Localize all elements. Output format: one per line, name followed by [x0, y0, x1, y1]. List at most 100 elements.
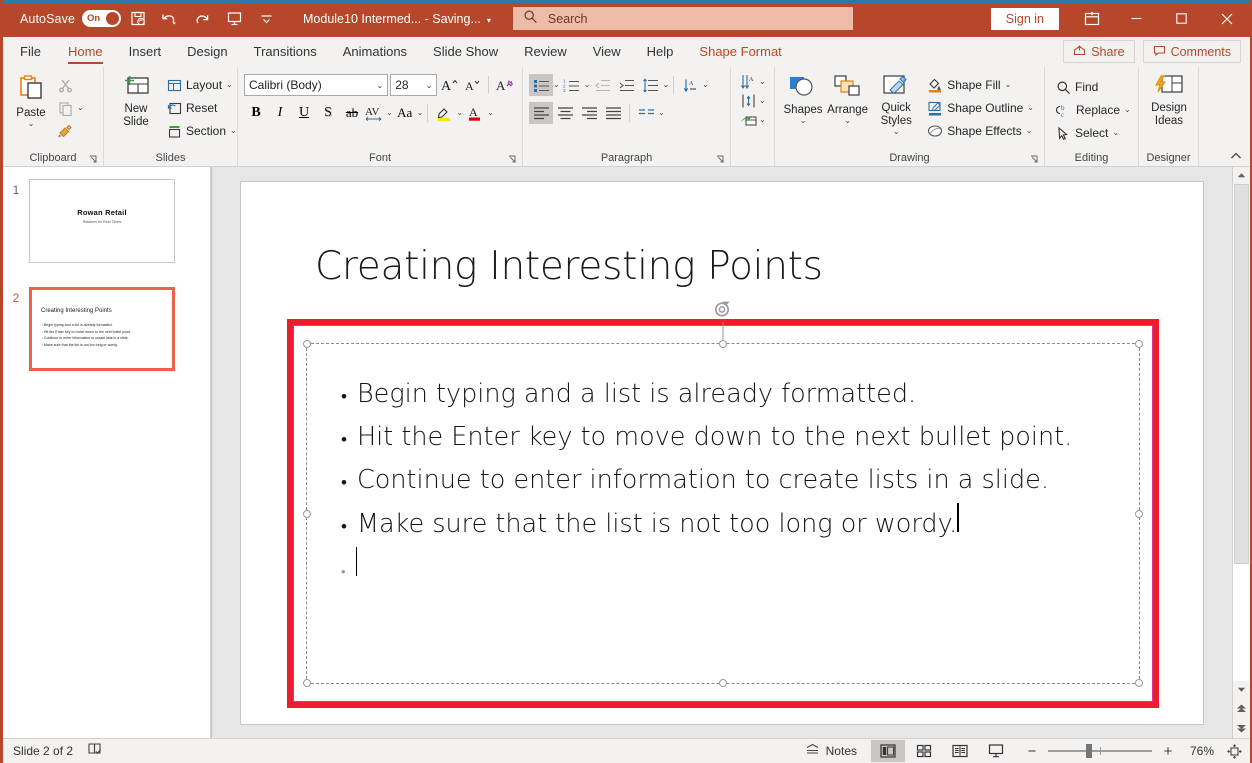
- rotate-handle-icon[interactable]: [712, 298, 734, 320]
- font-name-caret[interactable]: ⌄: [377, 81, 384, 90]
- tab-review[interactable]: Review: [511, 37, 580, 66]
- line-spacing-button[interactable]: ⌄: [638, 74, 669, 96]
- resize-handle-middle-left[interactable]: [303, 510, 311, 518]
- font-size-caret[interactable]: ⌄: [426, 81, 433, 90]
- zoom-out-button[interactable]: −: [1025, 743, 1039, 760]
- shape-outline-button[interactable]: Shape Outline ⌄: [922, 97, 1039, 119]
- align-left-icon[interactable]: [529, 102, 553, 124]
- grow-font-icon[interactable]: A: [437, 74, 461, 96]
- previous-slide-icon[interactable]: [1233, 698, 1250, 718]
- resize-handle-top-left[interactable]: [303, 340, 311, 348]
- resize-handle-bottom-left[interactable]: [303, 679, 311, 687]
- comments-button[interactable]: Comments: [1143, 40, 1241, 63]
- numbering-caret[interactable]: ⌄: [584, 81, 591, 89]
- select-button[interactable]: Select ⌄: [1051, 122, 1136, 144]
- thumbnail-slide-2[interactable]: 2 Creating Interesting Points Begin typi…: [3, 287, 210, 371]
- thumbnail-slide-1[interactable]: 1 Rowan Retail Retailers for Real Times: [3, 179, 210, 263]
- scrollbar-track[interactable]: [1233, 184, 1250, 681]
- shapes-button[interactable]: Shapes ⌄: [781, 72, 825, 150]
- quick-styles-button[interactable]: Quick Styles ⌄: [870, 72, 922, 150]
- drawing-dialog-launcher-icon[interactable]: [1028, 153, 1040, 165]
- line-spacing-caret[interactable]: ⌄: [662, 81, 669, 89]
- format-painter-icon[interactable]: [53, 120, 77, 142]
- tab-design[interactable]: Design: [174, 37, 240, 66]
- undo-icon[interactable]: [155, 4, 185, 34]
- arrange-caret[interactable]: ⌄: [844, 117, 851, 125]
- zoom-slider[interactable]: [1048, 744, 1152, 758]
- selected-text-placeholder[interactable]: • Begin typing and a list is already for…: [287, 319, 1159, 708]
- layout-caret[interactable]: ⌄: [226, 81, 233, 89]
- tab-shape-format[interactable]: Shape Format: [686, 37, 794, 66]
- shape-fill-caret[interactable]: ⌄: [1005, 81, 1012, 89]
- notes-button[interactable]: Notes: [801, 743, 869, 759]
- text-shadow-button[interactable]: S: [316, 102, 340, 124]
- replace-caret[interactable]: ⌄: [1124, 106, 1131, 114]
- reading-view-icon[interactable]: [943, 740, 977, 762]
- shape-outline-caret[interactable]: ⌄: [1027, 104, 1034, 112]
- font-color-caret[interactable]: ⌄: [487, 109, 494, 117]
- tab-help[interactable]: Help: [634, 37, 687, 66]
- document-title-caret[interactable]: ▾: [487, 16, 491, 25]
- convert-to-smartart-caret[interactable]: ⌄: [759, 116, 766, 124]
- vertical-align-caret[interactable]: ⌄: [759, 97, 766, 105]
- vertical-scrollbar[interactable]: [1232, 167, 1250, 738]
- change-case-caret[interactable]: ⌄: [417, 109, 424, 117]
- text-direction-vertical-button[interactable]: A ⌄: [737, 73, 769, 91]
- design-ideas-button[interactable]: Design Ideas: [1144, 72, 1194, 150]
- list-item[interactable]: • Continue to enter information to creat…: [341, 460, 1111, 503]
- slide-canvas[interactable]: Creating Interesting Points: [211, 167, 1232, 738]
- list-item[interactable]: • Begin typing and a list is already for…: [341, 374, 1111, 417]
- accessibility-checker-icon[interactable]: [87, 742, 102, 760]
- align-center-icon[interactable]: [553, 102, 577, 124]
- justify-icon[interactable]: [601, 102, 625, 124]
- paste-button[interactable]: Paste ⌄: [9, 72, 53, 150]
- tab-transitions[interactable]: Transitions: [241, 37, 330, 66]
- customize-quick-access-icon[interactable]: [251, 4, 281, 34]
- reset-button[interactable]: Reset: [162, 97, 242, 119]
- text-direction-caret[interactable]: ⌄: [702, 81, 709, 89]
- arrange-button[interactable]: Arrange ⌄: [825, 72, 870, 150]
- ribbon-display-options-icon[interactable]: [1069, 0, 1114, 37]
- slide-counter[interactable]: Slide 2 of 2: [13, 744, 73, 758]
- bold-button[interactable]: B: [244, 102, 268, 124]
- paragraph-dialog-launcher-icon[interactable]: [714, 153, 726, 165]
- shape-effects-button[interactable]: Shape Effects ⌄: [922, 120, 1039, 142]
- copy-button[interactable]: ⌄: [53, 97, 84, 119]
- sign-in-button[interactable]: Sign in: [991, 8, 1059, 30]
- align-text-caret[interactable]: ⌄: [759, 78, 766, 86]
- thumbnail-preview-1[interactable]: Rowan Retail Retailers for Real Times: [29, 179, 175, 263]
- scroll-down-icon[interactable]: [1233, 681, 1250, 698]
- paste-caret[interactable]: ⌄: [28, 120, 35, 128]
- minimize-icon[interactable]: [1114, 0, 1159, 37]
- slideshow-icon[interactable]: [979, 740, 1013, 762]
- resize-handle-top-right[interactable]: [1135, 340, 1143, 348]
- slide-sorter-icon[interactable]: [907, 740, 941, 762]
- numbering-button[interactable]: 123 ⌄: [560, 74, 591, 96]
- zoom-value[interactable]: 76%: [1184, 744, 1214, 758]
- tab-view[interactable]: View: [580, 37, 634, 66]
- underline-button[interactable]: U: [292, 102, 316, 124]
- list-item[interactable]: • Make sure that the list is not too lon…: [341, 503, 1111, 547]
- increase-indent-icon[interactable]: [614, 74, 638, 96]
- bullet-list[interactable]: • Begin typing and a list is already for…: [341, 374, 1111, 593]
- quick-styles-caret[interactable]: ⌄: [893, 128, 900, 136]
- start-presentation-icon[interactable]: [219, 4, 249, 34]
- vertical-align-button[interactable]: ⌄: [737, 92, 769, 110]
- find-button[interactable]: Find: [1051, 76, 1136, 98]
- new-slide-button[interactable]: New Slide: [110, 72, 162, 150]
- tab-slide-show[interactable]: Slide Show: [420, 37, 511, 66]
- strikethrough-button[interactable]: ab: [340, 102, 364, 124]
- text-direction-button[interactable]: A ⌄: [678, 74, 709, 96]
- italic-button[interactable]: I: [268, 102, 292, 124]
- text-highlight-caret[interactable]: ⌄: [456, 109, 463, 117]
- tab-insert[interactable]: Insert: [116, 37, 175, 66]
- zoom-slider-knob[interactable]: [1086, 744, 1092, 758]
- decrease-indent-icon[interactable]: [590, 74, 614, 96]
- select-caret[interactable]: ⌄: [1112, 129, 1119, 137]
- tab-home[interactable]: Home: [55, 37, 116, 66]
- font-color-button[interactable]: A ⌄: [463, 102, 494, 124]
- clear-formatting-icon[interactable]: A: [493, 74, 517, 96]
- tab-animations[interactable]: Animations: [330, 37, 420, 66]
- font-name-input[interactable]: Calibri (Body) ⌄: [244, 74, 388, 96]
- scrollbar-thumb[interactable]: [1234, 184, 1249, 564]
